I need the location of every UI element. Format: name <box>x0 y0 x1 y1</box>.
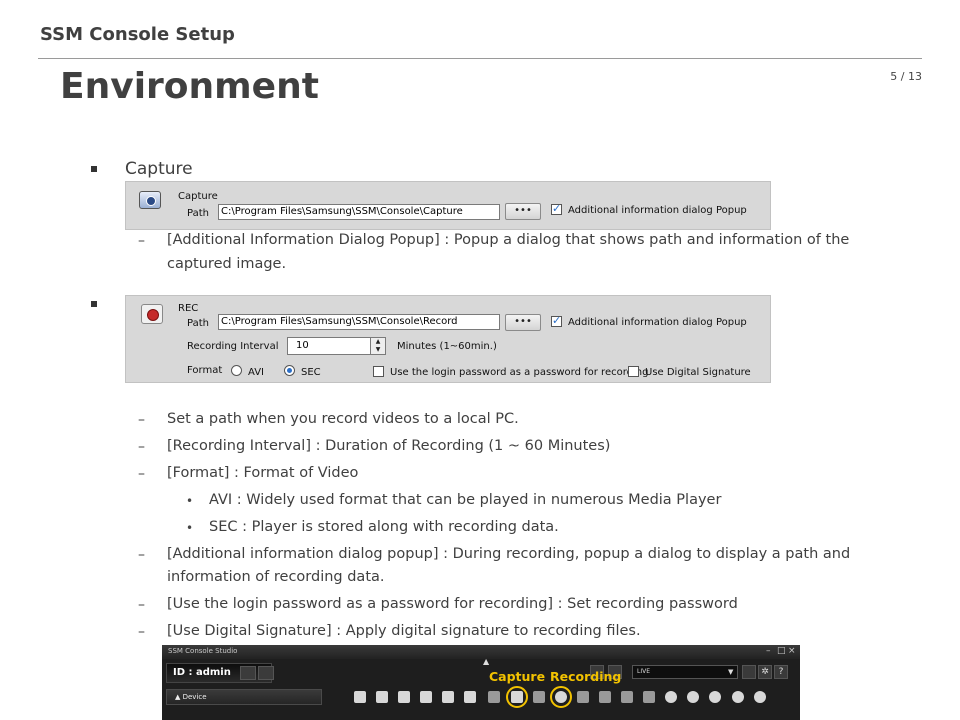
header-divider <box>38 58 922 59</box>
camera-icon <box>139 191 161 209</box>
format-sec-label: SEC <box>301 367 321 378</box>
brightness-icon[interactable] <box>732 691 744 703</box>
format-avi-radio[interactable] <box>231 365 242 376</box>
bullet-square-icon <box>91 301 97 307</box>
dot-marker: • <box>186 521 194 535</box>
zoom-in-icon[interactable] <box>665 691 677 703</box>
rec-path-label: Path <box>187 318 209 329</box>
record-icon <box>141 304 163 324</box>
dash-marker: – <box>138 547 145 563</box>
rec-heading: REC <box>178 303 199 314</box>
recording-callout-label: Recording <box>550 669 622 684</box>
capture-highlight-ring <box>506 686 528 708</box>
layout-4-icon[interactable] <box>398 691 410 703</box>
contrast-icon[interactable] <box>754 691 766 703</box>
interval-input[interactable]: 10 <box>287 337 371 355</box>
layout-6-icon[interactable] <box>420 691 432 703</box>
screen-icon[interactable] <box>742 665 756 679</box>
capture-note-line2: captured image. <box>167 256 287 272</box>
format-label: Format <box>187 365 223 376</box>
capture-settings-panel: Capture Path C:\Program Files\Samsung\SS… <box>125 181 771 230</box>
page-title: Environment <box>60 66 319 107</box>
dash-marker: – <box>138 624 145 640</box>
print-icon[interactable] <box>533 691 545 703</box>
dash-marker: – <box>138 439 145 455</box>
layout-1-icon[interactable] <box>354 691 366 703</box>
digital-signature-checkbox[interactable] <box>628 366 639 377</box>
digital-signature-label: Use Digital Signature <box>645 367 751 378</box>
layout-2-icon[interactable] <box>376 691 388 703</box>
interval-stepper[interactable]: ▲ ▼ <box>370 337 386 355</box>
rec-note-interval: [Recording Interval] : Duration of Recor… <box>167 438 611 454</box>
rec-popup-checkbox[interactable] <box>551 314 562 327</box>
help-icon[interactable]: ? <box>774 665 788 679</box>
rec-browse-button[interactable]: ••• <box>505 314 541 331</box>
rec-note-format: [Format] : Format of Video <box>167 465 359 481</box>
console-studio-screenshot: SSM Console Studio – □ × ▲ ID : admin LI… <box>162 645 800 720</box>
capture-callout-label: Capture <box>489 669 546 684</box>
rec-note-password: [Use the login password as a password fo… <box>167 596 738 612</box>
rec-note-popup-line2: information of recording data. <box>167 569 385 585</box>
capture-popup-checkbox[interactable] <box>551 202 562 215</box>
section-title: SSM Console Setup <box>40 24 235 45</box>
rec-path-input[interactable]: C:\Program Files\Samsung\SSM\Console\Rec… <box>218 314 500 330</box>
maximize-icon[interactable]: □ <box>777 646 786 656</box>
studio-titlebar: SSM Console Studio – □ × <box>162 645 800 659</box>
capture-path-label: Path <box>187 208 209 219</box>
capture-browse-button[interactable]: ••• <box>505 203 541 220</box>
zoom-reset-icon[interactable] <box>709 691 721 703</box>
dash-marker: – <box>138 466 145 482</box>
rec-note-path: Set a path when you record videos to a l… <box>167 411 519 427</box>
page-number: 5 / 13 <box>890 70 922 83</box>
interval-unit: Minutes (1~60min.) <box>397 341 497 352</box>
dash-marker: – <box>138 412 145 428</box>
capture-bullet-label: Capture <box>125 159 193 179</box>
bullet-square-icon <box>91 166 97 172</box>
rec-settings-panel: REC Path C:\Program Files\Samsung\SSM\Co… <box>125 295 771 383</box>
zoom-out-icon[interactable] <box>687 691 699 703</box>
capture-note-line1: [Additional Information Dialog Popup] : … <box>167 232 850 248</box>
dash-marker: – <box>138 233 145 249</box>
audio-icon[interactable] <box>599 691 611 703</box>
collapse-caret-icon[interactable]: ▲ <box>483 657 489 666</box>
gear-icon[interactable]: ✲ <box>758 665 772 679</box>
minimize-icon[interactable]: – <box>766 646 771 656</box>
lock-icon[interactable] <box>258 666 274 680</box>
format-sec-radio[interactable] <box>284 365 295 376</box>
alarm-icon[interactable] <box>488 691 500 703</box>
login-password-checkbox[interactable] <box>373 366 384 377</box>
interval-label: Recording Interval <box>187 341 279 352</box>
recording-highlight-ring <box>550 686 572 708</box>
rec-note-popup-line1: [Additional information dialog popup] : … <box>167 546 851 562</box>
device-tree-header[interactable]: ▲ Device <box>166 689 322 705</box>
close-icon[interactable]: × <box>788 646 796 656</box>
rec-popup-label: Additional information dialog Popup <box>568 317 747 328</box>
live-mode-select[interactable]: LIVE <box>632 665 738 679</box>
layout-9-icon[interactable] <box>442 691 454 703</box>
microphone-icon[interactable] <box>643 691 655 703</box>
rec-note-signature: [Use Digital Signature] : Apply digital … <box>167 623 641 639</box>
playback-icon[interactable] <box>577 691 589 703</box>
layout-16-icon[interactable] <box>464 691 476 703</box>
capture-heading: Capture <box>178 191 218 202</box>
format-item-sec: SEC : Player is stored along with record… <box>209 519 559 535</box>
dash-marker: – <box>138 597 145 613</box>
format-avi-label: AVI <box>248 367 264 378</box>
capture-popup-label: Additional information dialog Popup <box>568 205 747 216</box>
monitor-icon[interactable] <box>240 666 256 680</box>
capture-path-input[interactable]: C:\Program Files\Samsung\SSM\Console\Cap… <box>218 204 500 220</box>
user-id-bar: ID : admin <box>166 663 272 683</box>
volume-icon[interactable] <box>621 691 633 703</box>
dropdown-arrow-icon[interactable]: ▼ <box>728 668 733 676</box>
login-password-label: Use the login password as a password for… <box>390 367 649 378</box>
dot-marker: • <box>186 494 194 508</box>
format-item-avi: AVI : Widely used format that can be pla… <box>209 492 722 508</box>
studio-title: SSM Console Studio <box>168 647 238 655</box>
